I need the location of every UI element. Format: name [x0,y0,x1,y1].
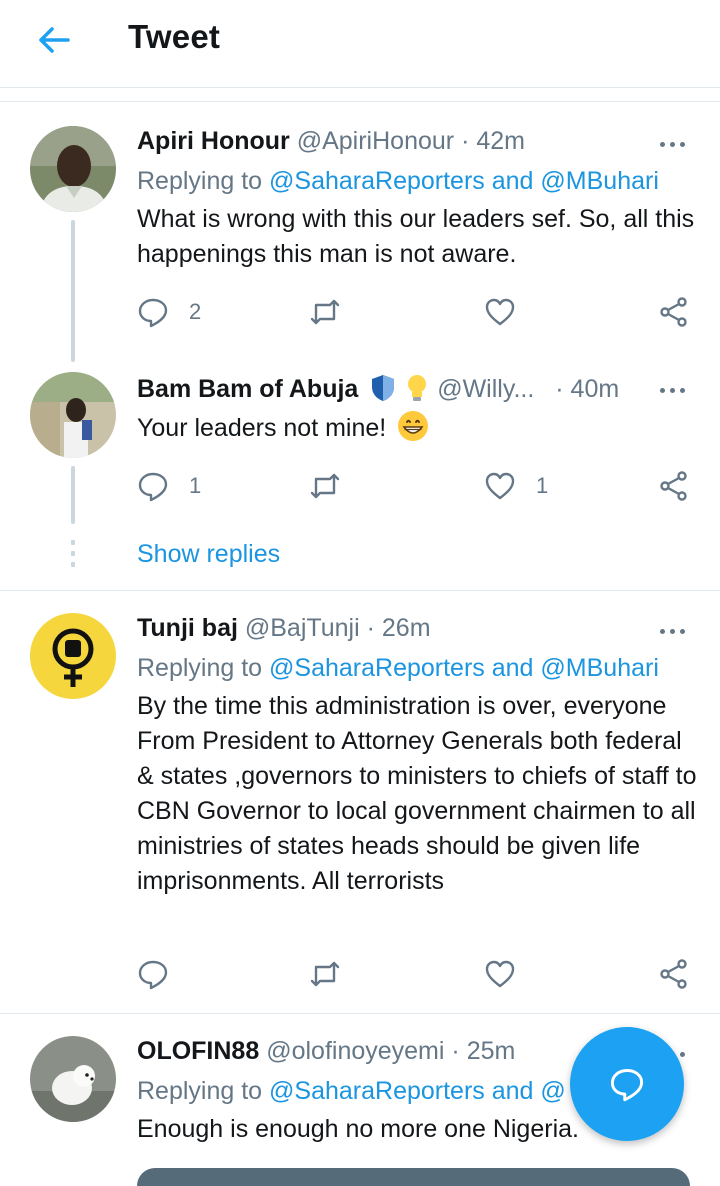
mention-link[interactable]: @SaharaReporters [269,167,485,195]
reply-icon [138,960,168,990]
replying-and[interactable]: and [485,1077,541,1105]
reply-button[interactable] [137,954,189,994]
display-name[interactable]: Tunji baj [137,614,238,642]
tweet-actions: 2 [137,292,697,332]
grinning-emoji-icon [398,411,429,441]
separator: · [555,375,564,403]
more-icon [660,142,665,147]
reply-button[interactable]: 2 [137,292,201,332]
replying-prefix: Replying to [137,654,270,682]
mention-link[interactable]: @SaharaReporters [269,1077,485,1105]
more-button[interactable] [660,621,690,641]
tweet-header: Bam Bam of Abuja @Willy... · 40m [137,372,619,406]
reply-icon [138,472,168,502]
reply-count: 1 [189,473,202,498]
tweet-header: Tunji baj @BajTunji · 26m [137,611,431,645]
compose-reply-icon [610,1069,644,1102]
timestamp[interactable]: 26m [382,614,431,642]
timestamp[interactable]: 42m [476,127,525,155]
retweet-button[interactable] [309,954,361,994]
mention-link[interactable]: @SaharaReporters [269,654,485,682]
top-bar: Tweet [0,0,720,88]
page-title: Tweet [128,18,221,55]
handle[interactable]: @olofinoyeyemi [266,1037,444,1065]
thread-line [71,466,75,524]
display-name[interactable]: OLOFIN88 [137,1037,259,1065]
divider [0,590,720,591]
reply-button[interactable]: 1 [137,466,201,506]
like-count: 1 [536,473,549,498]
divider [0,1013,720,1014]
avatar[interactable] [30,1036,116,1122]
separator: · [461,127,470,155]
mention-link[interactable]: @MBuhari [540,654,658,682]
avatar[interactable] [30,126,116,212]
handle[interactable]: @Willy... [437,375,534,403]
tweet-media[interactable] [137,1168,690,1186]
tweet-header: OLOFIN88 @olofinoyeyemi · 25m [137,1034,515,1068]
replying-to: Replying to @SaharaReporters and @ [137,1074,566,1108]
thread-dots [71,540,75,573]
timestamp[interactable]: 40m [571,375,620,403]
display-name[interactable]: Bam Bam of Abuja [137,375,358,403]
more-button[interactable] [660,380,690,400]
more-icon [660,388,665,393]
show-replies-link[interactable]: Show replies [137,540,280,569]
separator: · [366,614,375,642]
share-button[interactable] [658,954,690,994]
mention-link[interactable]: @ [540,1077,565,1105]
like-icon [485,472,515,500]
tweet-text: Your leaders not mine! [137,410,697,446]
retweet-button[interactable] [309,292,361,332]
separator: · [451,1037,460,1065]
divider [0,101,720,102]
timestamp[interactable]: 25m [467,1037,516,1065]
like-button[interactable] [484,954,536,994]
share-button[interactable] [658,466,690,506]
tweet-text-content: Your leaders not mine! [137,414,387,442]
tweet-text: What is wrong with this our leaders sef.… [137,205,695,268]
handle[interactable]: @BajTunji [245,614,360,642]
back-arrow-icon [39,27,70,53]
retweet-icon [310,473,340,499]
lightbulb-icon [408,375,427,401]
tweet-header: Apiri Honour @ApiriHonour · 42m [137,124,525,158]
thread-line [71,220,75,362]
replying-prefix: Replying to [137,1077,270,1105]
retweet-icon [310,961,340,987]
tweet-text: By the time this administration is over,… [137,692,697,895]
share-icon [660,471,687,501]
like-button[interactable] [484,292,536,332]
retweet-button[interactable] [309,466,361,506]
back-button[interactable] [34,22,74,58]
compose-reply-button[interactable] [570,1027,684,1141]
tweet-actions: 1 1 [137,466,697,506]
tweet-actions [137,954,697,994]
like-icon [485,960,515,988]
shield-icon [372,375,395,401]
share-icon [660,959,687,989]
more-button[interactable] [660,134,690,154]
like-icon [485,298,515,326]
like-button[interactable]: 1 [484,466,548,506]
avatar[interactable] [30,613,116,699]
share-button[interactable] [658,292,690,332]
replying-to: Replying to @SaharaReporters and @MBuhar… [137,651,659,685]
replying-prefix: Replying to [137,167,270,195]
display-name[interactable]: Apiri Honour [137,127,290,155]
mention-link[interactable]: @MBuhari [540,167,658,195]
more-icon [660,629,665,634]
reply-count: 2 [189,299,202,324]
reply-icon [138,298,168,328]
replying-to: Replying to @SaharaReporters and @MBuhar… [137,164,659,198]
replying-and[interactable]: and [485,654,541,682]
retweet-icon [310,299,340,325]
replying-and[interactable]: and [485,167,541,195]
share-icon [660,297,687,327]
handle[interactable]: @ApiriHonour [297,127,454,155]
avatar[interactable] [30,372,116,458]
